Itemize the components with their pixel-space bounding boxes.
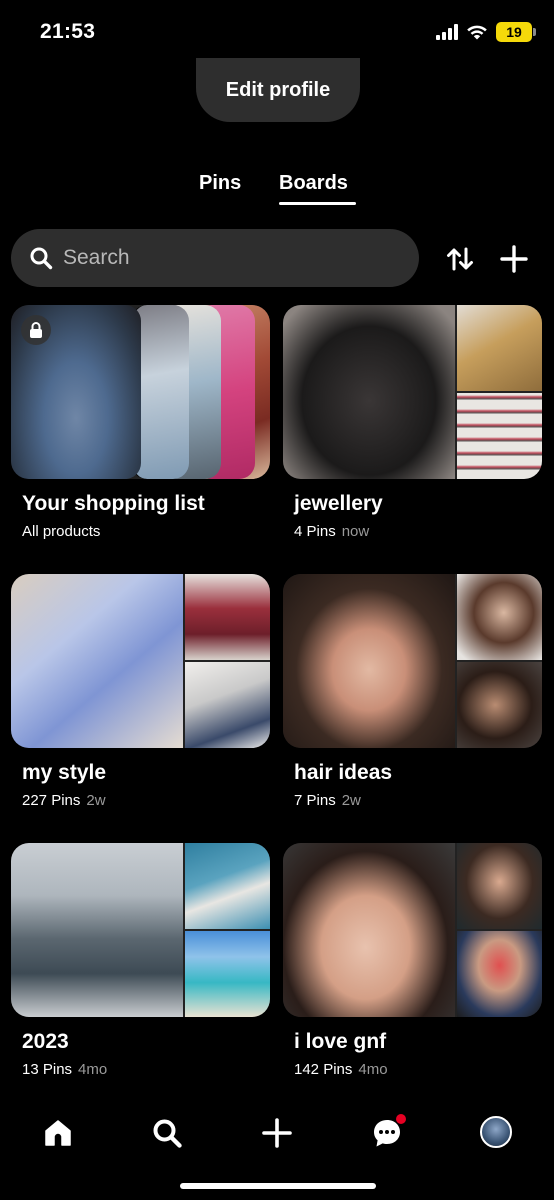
board-card-hair-ideas[interactable]: hair ideas 7 Pins 2w <box>283 574 542 809</box>
board-updated-age: 2w <box>341 792 361 809</box>
cover-image <box>457 931 542 1017</box>
cover-image <box>457 843 542 929</box>
board-card-2023[interactable]: 2023 13 Pins 4mo <box>11 843 270 1078</box>
board-cover[interactable] <box>283 305 542 479</box>
cover-image <box>11 843 183 1017</box>
avatar <box>480 1116 512 1148</box>
board-updated-age: 2w <box>86 792 106 809</box>
board-meta: 13 Pins 4mo <box>22 1061 270 1078</box>
messages-button[interactable] <box>370 1114 406 1150</box>
cover-image <box>457 393 542 479</box>
cover-image <box>283 305 455 479</box>
board-pin-count: 227 Pins <box>22 792 81 809</box>
create-board-plus-icon[interactable] <box>498 243 530 275</box>
board-title: hair ideas <box>294 761 393 784</box>
board-pin-count: 13 Pins <box>22 1061 73 1078</box>
create-plus-icon[interactable] <box>260 1116 294 1150</box>
board-pin-count: 4 Pins <box>294 523 336 540</box>
board-cover[interactable] <box>11 574 270 748</box>
board-title: Your shopping list <box>22 492 205 515</box>
cover-image <box>185 662 270 748</box>
board-updated-age: 4mo <box>358 1061 388 1078</box>
home-icon[interactable] <box>41 1116 75 1150</box>
board-updated-age: 4mo <box>78 1061 108 1078</box>
cover-image <box>457 574 542 660</box>
board-card-i-love-gnf[interactable]: i love gnf 142 Pins 4mo <box>283 843 542 1078</box>
board-card-jewellery[interactable]: jewellery 4 Pins now <box>283 305 542 540</box>
bottom-nav <box>0 1100 554 1170</box>
tab-boards[interactable]: Boards <box>279 172 348 195</box>
board-cover[interactable] <box>283 574 542 748</box>
cover-image <box>457 305 542 391</box>
board-meta: 7 Pins 2w <box>294 792 542 809</box>
sort-arrows-icon[interactable] <box>444 243 476 275</box>
edit-profile-button[interactable]: Edit profile <box>196 58 360 122</box>
board-card-my-style[interactable]: my style 227 Pins 2w <box>11 574 270 809</box>
cover-image <box>11 574 183 748</box>
battery-icon: 19 <box>496 22 536 42</box>
cover-image <box>185 931 270 1017</box>
profile-tab[interactable] <box>480 1116 514 1150</box>
cover-image <box>185 574 270 660</box>
lock-icon <box>21 315 51 345</box>
cover-image <box>457 662 542 748</box>
search-icon[interactable] <box>150 1116 184 1150</box>
board-meta: 4 Pins now <box>294 523 542 540</box>
wifi-icon <box>466 24 488 40</box>
board-card-shopping-list[interactable]: Your shopping list All products <box>11 305 270 540</box>
board-cover[interactable] <box>283 843 542 1017</box>
board-title: my style <box>22 761 107 784</box>
board-meta: All products <box>22 523 270 540</box>
board-cover[interactable] <box>11 305 270 479</box>
status-icons: 19 <box>436 22 536 42</box>
board-updated-age: now <box>341 523 370 540</box>
board-meta: 227 Pins 2w <box>22 792 270 809</box>
board-pin-count: All products <box>22 523 101 540</box>
board-title: jewellery <box>294 492 383 515</box>
board-pin-count: 142 Pins <box>294 1061 353 1078</box>
board-title: 2023 <box>22 1030 69 1053</box>
home-indicator <box>180 1183 376 1189</box>
search-icon <box>30 247 53 270</box>
board-cover[interactable] <box>11 843 270 1017</box>
board-meta: 142 Pins 4mo <box>294 1061 542 1078</box>
board-title: i love gnf <box>294 1030 387 1053</box>
cellular-signal-icon <box>436 24 458 40</box>
status-time: 21:53 <box>40 20 96 43</box>
status-bar: 21:53 19 <box>0 0 554 64</box>
notification-dot <box>396 1114 406 1124</box>
cover-image <box>283 574 455 748</box>
active-tab-indicator <box>279 202 356 205</box>
board-pin-count: 7 Pins <box>294 792 336 809</box>
cover-image <box>283 843 455 1017</box>
search-bar[interactable] <box>11 229 419 287</box>
search-input[interactable] <box>63 246 383 270</box>
tab-pins[interactable]: Pins <box>199 172 241 195</box>
cover-image <box>185 843 270 929</box>
profile-tabs: Pins Boards <box>0 172 554 212</box>
